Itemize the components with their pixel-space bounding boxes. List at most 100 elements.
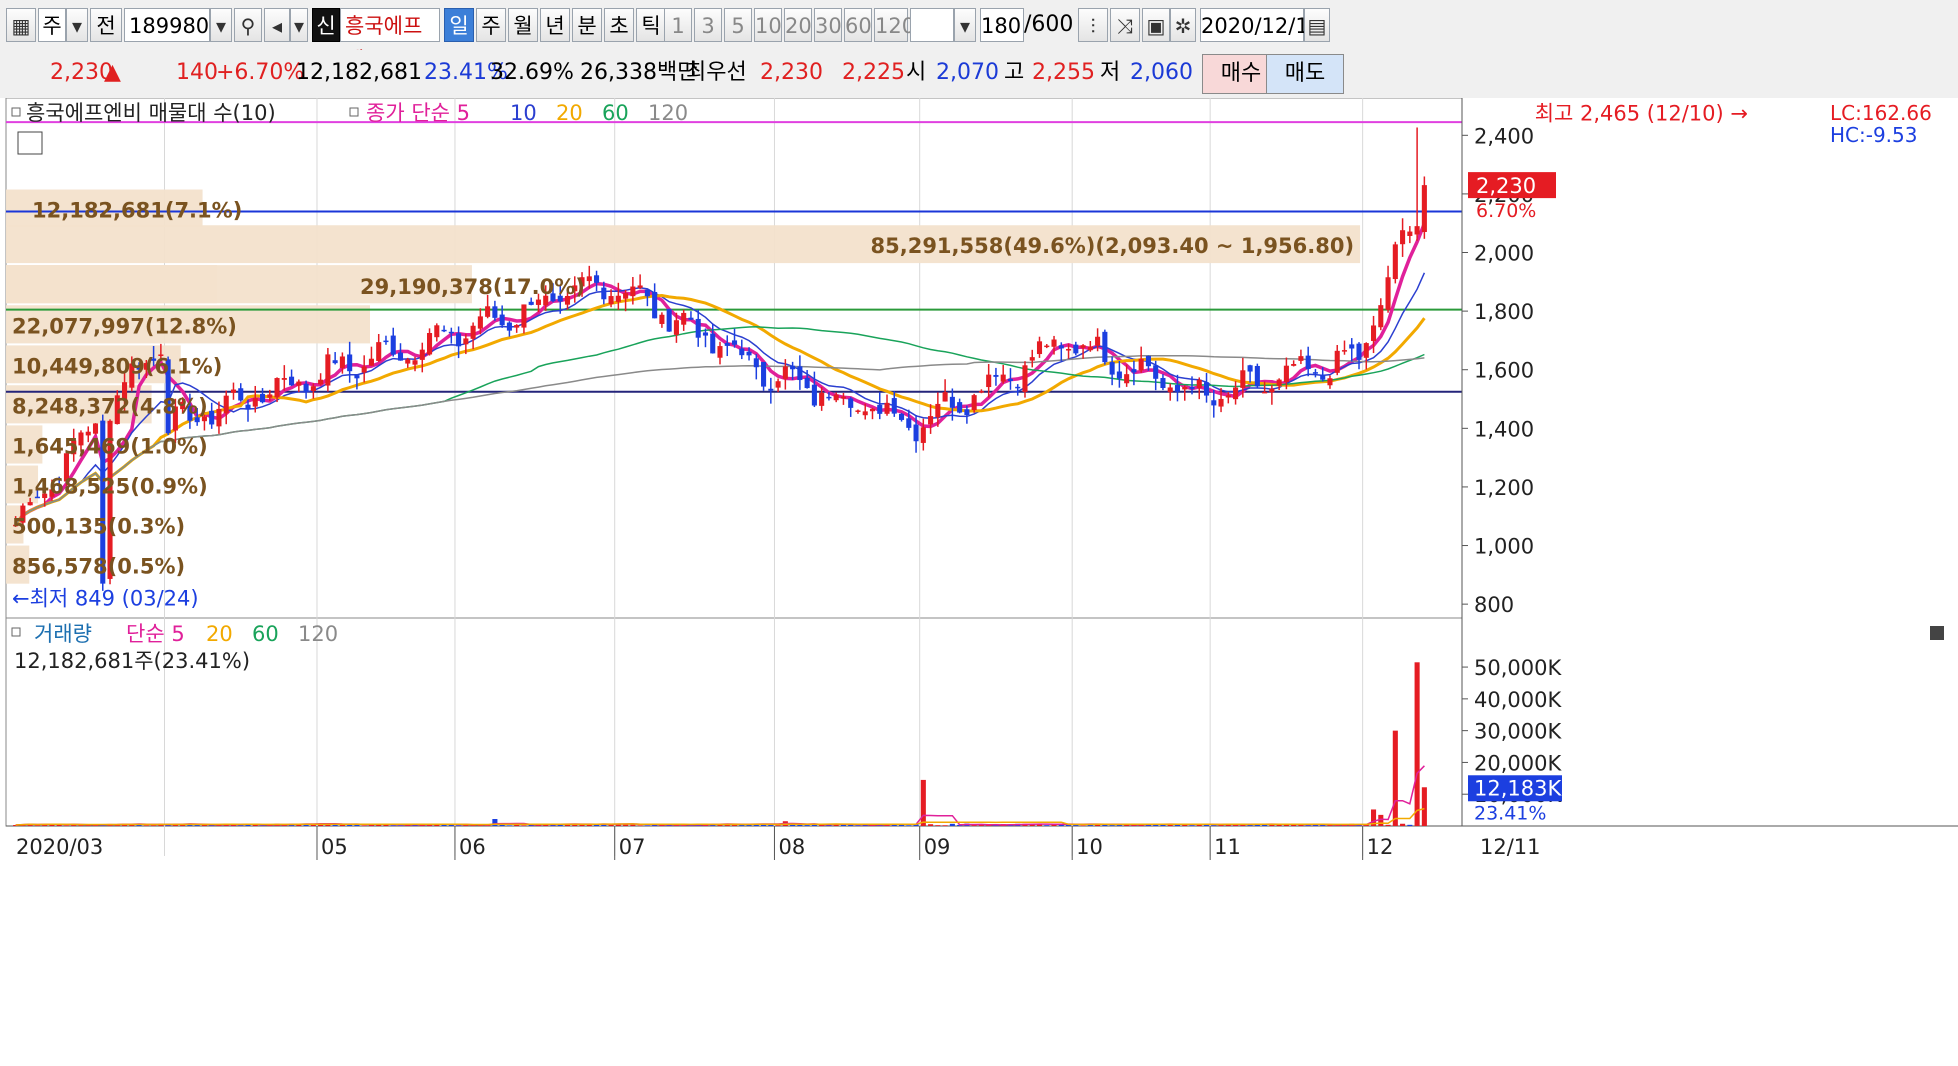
candle-body xyxy=(1400,230,1406,245)
price-change: 140 xyxy=(176,60,218,85)
period-button-5[interactable]: 분 xyxy=(572,8,602,42)
candle-body xyxy=(1312,372,1318,374)
volume-profile-label: 10,449,809(6.1%) xyxy=(12,354,222,378)
minute-button-20[interactable]: 20 xyxy=(784,8,812,42)
volume-bar xyxy=(775,825,781,826)
lc-value: LC:162.66 xyxy=(1830,101,1932,125)
y-tick-label: 1,400 xyxy=(1474,417,1534,441)
period-button-2[interactable]: 주 xyxy=(476,8,506,42)
y-tick-label: 1,600 xyxy=(1474,359,1534,383)
candle-body xyxy=(1044,345,1050,348)
ma-legend-10: 10 xyxy=(510,101,537,125)
candle-body xyxy=(594,275,600,283)
interval-input[interactable] xyxy=(910,8,954,42)
volume-bar xyxy=(1080,825,1086,826)
period-button-3[interactable]: 월 xyxy=(508,8,538,42)
line-type-icon[interactable]: ⤨ xyxy=(1110,8,1140,42)
x-tick-label: 2020/03 xyxy=(16,835,103,859)
calendar-icon[interactable]: ▤ xyxy=(1304,8,1330,42)
candle-body xyxy=(245,404,251,410)
volume-ma-legend-20: 20 xyxy=(206,622,233,646)
candle-body xyxy=(586,276,592,282)
candle-body xyxy=(1254,365,1260,387)
minute-button-30[interactable]: 30 xyxy=(814,8,842,42)
candle-body xyxy=(913,424,919,442)
y-tick-label: 1,200 xyxy=(1474,476,1534,500)
volume-bar xyxy=(1189,825,1195,826)
candle-body xyxy=(855,410,861,412)
period-button-7[interactable]: 틱 xyxy=(636,8,666,42)
minute-button-10[interactable]: 10 xyxy=(754,8,782,42)
candle-body xyxy=(521,304,527,328)
save-icon[interactable]: ▣ xyxy=(1142,8,1170,42)
candle-body xyxy=(1392,244,1398,280)
prev-button[interactable]: 전 xyxy=(90,8,122,42)
stock-code-input[interactable]: 189980 xyxy=(124,8,210,42)
minute-button-60[interactable]: 60 xyxy=(844,8,872,42)
candle-body xyxy=(506,322,512,331)
last-price-label: 2,230 xyxy=(1476,174,1536,198)
search-icon[interactable]: ⚲ xyxy=(234,8,262,42)
gear-icon[interactable]: ✲ xyxy=(1170,8,1196,42)
volume-bar xyxy=(63,825,70,826)
period-button-4[interactable]: 년 xyxy=(540,8,570,42)
interval-dropdown-icon[interactable]: ▾ xyxy=(954,8,976,42)
minute-button-3[interactable]: 3 xyxy=(694,8,722,42)
candle-body xyxy=(1298,356,1304,361)
candle-body xyxy=(993,374,999,377)
candle-body xyxy=(826,396,832,399)
candle-body xyxy=(920,427,926,443)
speaker-dropdown-icon[interactable]: ▾ xyxy=(290,8,308,42)
minute-button-120[interactable]: 120 xyxy=(874,8,915,42)
sell-button[interactable]: 매도 xyxy=(1266,54,1344,94)
volume-bar xyxy=(34,825,40,826)
candle-body xyxy=(456,333,462,347)
layout-icon[interactable]: ▦ xyxy=(6,8,36,42)
x-tick-label: 07 xyxy=(619,835,646,859)
candle-body xyxy=(1203,382,1210,396)
candle-body xyxy=(768,388,774,391)
candle-body xyxy=(1247,365,1253,372)
candle-body xyxy=(223,395,229,414)
grid-toggle-icon xyxy=(17,131,43,155)
speaker-icon[interactable]: ◂ xyxy=(264,8,290,42)
chevron-down-icon[interactable]: ▾ xyxy=(66,8,88,42)
candle-body xyxy=(1240,370,1246,388)
minute-button-1[interactable]: 1 xyxy=(664,8,692,42)
candle-body xyxy=(1116,371,1122,379)
candle-body xyxy=(1378,305,1384,328)
candle-body xyxy=(1196,379,1202,389)
candle-body xyxy=(1349,344,1355,349)
volume-bar xyxy=(1400,823,1406,826)
candle-body xyxy=(325,354,331,386)
open-label: 시 xyxy=(906,60,927,85)
minute-button-5[interactable]: 5 xyxy=(724,8,752,42)
candle-type-icon[interactable]: ⫶ xyxy=(1078,8,1108,42)
ma-legend-120: 120 xyxy=(648,101,688,125)
candle-body xyxy=(884,402,890,414)
candle-body xyxy=(819,392,825,406)
candle-body xyxy=(296,381,302,386)
volume-profile-label: 856,578(0.5%) xyxy=(12,555,185,579)
code-dropdown-icon[interactable]: ▾ xyxy=(210,8,232,42)
candle-body xyxy=(289,376,295,386)
low-label: 저 xyxy=(1100,60,1121,85)
market-type-select[interactable]: 주 xyxy=(38,8,66,42)
candle-body xyxy=(1414,226,1420,235)
candle-body xyxy=(1407,231,1413,236)
volume-bar xyxy=(390,825,396,826)
candle-body xyxy=(731,340,738,345)
period-button-6[interactable]: 초 xyxy=(604,8,634,42)
candle-body xyxy=(608,296,614,305)
volume-bar xyxy=(521,825,527,826)
y-tick-label: 800 xyxy=(1474,593,1514,617)
period-button-1[interactable]: 일 xyxy=(444,8,474,42)
candle-body xyxy=(811,384,817,406)
x-tick-label: 11 xyxy=(1214,835,1241,859)
candle-body xyxy=(412,360,418,365)
x-tick-label: 06 xyxy=(459,835,486,859)
y-tick-label: 1,000 xyxy=(1474,535,1534,559)
date-input[interactable]: 2020/12/11 xyxy=(1200,8,1322,42)
data-count-input[interactable]: 180 xyxy=(980,8,1024,42)
volume-y-tick-label: 50,000K xyxy=(1474,656,1562,680)
